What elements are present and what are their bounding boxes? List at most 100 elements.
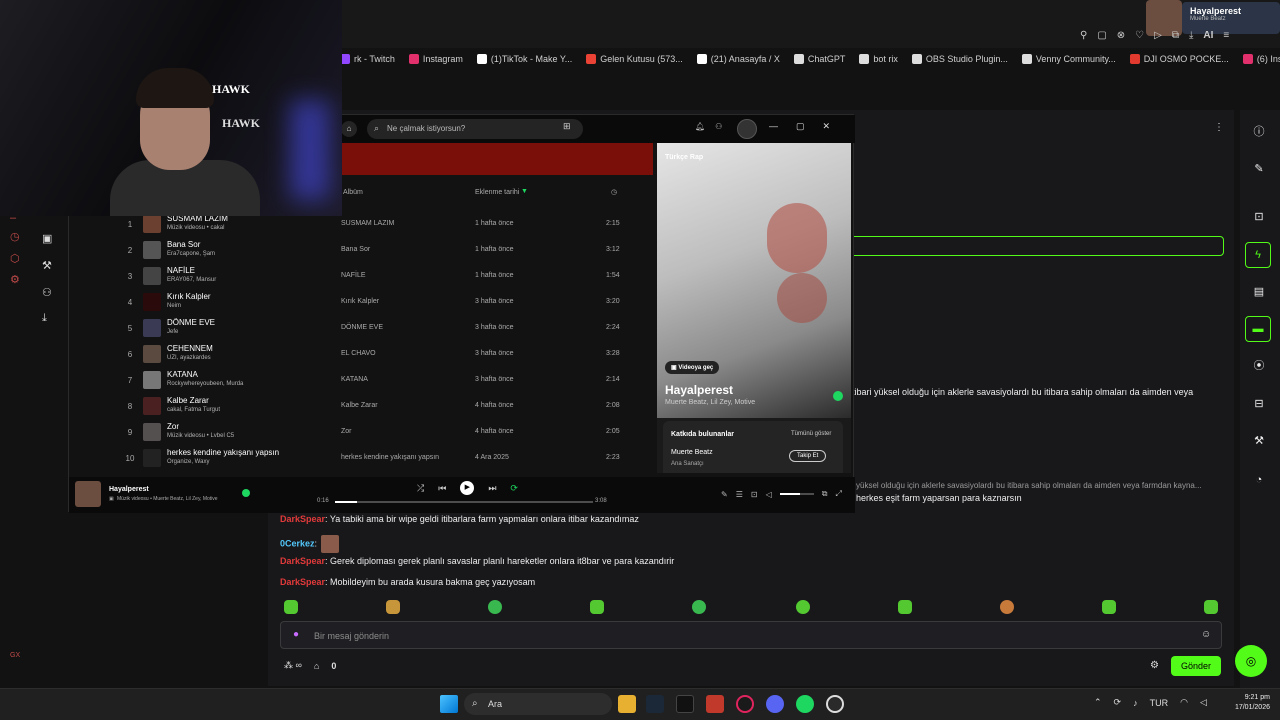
minimize-icon[interactable]: — bbox=[769, 121, 778, 132]
screenshot-icon[interactable]: ▢ bbox=[1097, 30, 1106, 41]
terminal-icon[interactable] bbox=[676, 695, 694, 713]
bookmark-item[interactable]: Instagram bbox=[408, 54, 463, 64]
home-icon[interactable]: ⌂ bbox=[341, 121, 357, 137]
queue-icon[interactable]: ☰ bbox=[736, 490, 743, 499]
next-icon[interactable]: ⏭ bbox=[488, 483, 496, 494]
spotify-search-input[interactable]: ⌕ Ne çalmak istiyorsun? bbox=[367, 119, 583, 139]
track-title[interactable]: herkes kendine yakışanı yapsın bbox=[167, 448, 279, 457]
repeat-icon[interactable]: ⟳ bbox=[510, 483, 518, 494]
timer-icon[interactable]: ◔ bbox=[1250, 471, 1268, 489]
previous-icon[interactable]: ⏮ bbox=[438, 483, 446, 494]
emote-icon[interactable] bbox=[1000, 600, 1014, 614]
track-row[interactable]: 4 Kırık Kalpler Neim Kırık Kalpler 3 hafta ö… bbox=[69, 289, 653, 315]
chat-username[interactable]: DarkSpear bbox=[280, 514, 325, 524]
edit-icon[interactable]: ✎ bbox=[1250, 160, 1268, 178]
support-icon[interactable]: ◎ bbox=[1235, 645, 1267, 677]
col-date-added[interactable]: Eklenme tarihi bbox=[475, 189, 519, 196]
wifi-icon[interactable]: ◠ bbox=[1180, 697, 1188, 708]
emote-icon[interactable] bbox=[898, 600, 912, 614]
track-title[interactable]: DÖNME EVE bbox=[167, 318, 215, 327]
bookmark-item[interactable]: ChatGPT bbox=[793, 54, 845, 64]
credit-name[interactable]: Muerte Beatz bbox=[671, 449, 713, 456]
follow-button[interactable]: Takip Et bbox=[789, 450, 827, 462]
track-artist[interactable]: Müzik videosu • Lvbel C5 bbox=[167, 433, 234, 439]
users-icon[interactable]: ⚇ bbox=[42, 286, 52, 299]
friends-icon[interactable]: ⚇ bbox=[715, 122, 722, 131]
track-album[interactable]: SUSMAM LAZIM bbox=[341, 220, 394, 227]
emote-icon[interactable] bbox=[386, 600, 400, 614]
wrench-icon[interactable]: ⚒ bbox=[1250, 432, 1268, 450]
chat-username[interactable]: DarkSpear bbox=[280, 556, 325, 566]
chevron-up-icon[interactable]: ⌃ bbox=[1094, 697, 1102, 708]
microphone-icon[interactable]: ● bbox=[293, 629, 299, 640]
focus-icon[interactable]: ⊡ bbox=[1250, 208, 1268, 226]
emote-icon[interactable] bbox=[692, 600, 706, 614]
track-album[interactable]: KATANA bbox=[341, 376, 368, 383]
track-title[interactable]: Bana Sor bbox=[167, 240, 200, 249]
language-indicator[interactable]: TUR bbox=[1150, 698, 1169, 708]
track-row[interactable]: 2 Bana Sor Era7capone, Şam Bana Sor 1 hafta … bbox=[69, 237, 653, 263]
broadcast-icon[interactable]: ⦿ bbox=[1250, 357, 1268, 375]
settings-icon[interactable]: ⚙ bbox=[10, 273, 24, 287]
info-icon[interactable]: ⓘ bbox=[1250, 123, 1268, 141]
mini-player-icon[interactable]: ⧉ bbox=[822, 489, 828, 499]
volume-slider[interactable] bbox=[779, 493, 814, 495]
close-icon[interactable]: ✕ bbox=[823, 121, 831, 132]
track-row[interactable]: 5 DÖNME EVE Jefe DÖNME EVE 3 hafta önce 2:24 bbox=[69, 315, 653, 341]
switch-to-video-button[interactable]: ▣ Videoya geç bbox=[665, 361, 720, 374]
notes-icon[interactable]: ▤ bbox=[1250, 283, 1268, 301]
track-title[interactable]: Kalbe Zarar bbox=[167, 396, 209, 405]
track-row[interactable]: 9 Zor Müzik videosu • Lvbel C5 Zor 4 hafta ö… bbox=[69, 419, 653, 445]
track-title[interactable]: CEHENNEM bbox=[167, 344, 213, 353]
track-album[interactable]: DÖNME EVE bbox=[341, 324, 383, 331]
col-album[interactable]: Albüm bbox=[343, 189, 363, 196]
sync-icon[interactable]: ⟳ bbox=[1114, 697, 1122, 708]
store-icon[interactable]: ⌂ bbox=[314, 661, 319, 671]
start-button[interactable] bbox=[440, 695, 458, 713]
track-artist[interactable]: Rockywhereyoubeen, Murda bbox=[167, 381, 243, 387]
layout-icon[interactable]: ⊟ bbox=[1250, 395, 1268, 413]
track-album[interactable]: Bana Sor bbox=[341, 246, 370, 253]
pin-icon[interactable]: ⚲ bbox=[1080, 30, 1087, 41]
play-icon[interactable]: ▷ bbox=[1154, 30, 1162, 41]
track-artist[interactable]: Organize, Waxy bbox=[167, 459, 209, 465]
track-album[interactable]: Kırık Kalpler bbox=[341, 298, 379, 305]
history-icon[interactable]: ◷ bbox=[10, 230, 24, 244]
track-artist[interactable]: Era7capone, Şam bbox=[167, 251, 215, 257]
track-row[interactable]: 3 NAFİLE ERAY067, Mansur NAFİLE 1 hafta önce… bbox=[69, 263, 653, 289]
mic-tray-icon[interactable]: ♪ bbox=[1133, 698, 1138, 708]
track-artist[interactable]: Jefe bbox=[167, 329, 178, 335]
track-album[interactable]: EL CHAVO bbox=[341, 350, 376, 357]
spotify-icon[interactable] bbox=[796, 695, 814, 713]
player-title[interactable]: Hayalperest bbox=[109, 486, 149, 493]
close-tab-icon[interactable]: ⊗ bbox=[1117, 30, 1125, 41]
ai-button[interactable]: AI bbox=[1203, 30, 1213, 41]
track-title[interactable]: Kırık Kalpler bbox=[167, 292, 211, 301]
progress-bar[interactable] bbox=[335, 501, 593, 503]
bell-icon[interactable]: 🔔︎ bbox=[695, 122, 705, 131]
track-artist[interactable]: Müzik videosu • cakal bbox=[167, 225, 224, 231]
play-pause-button[interactable]: ▶ bbox=[460, 481, 475, 495]
chat-username[interactable]: 0Cerkez bbox=[280, 538, 315, 548]
emote-icon[interactable] bbox=[590, 600, 604, 614]
chat-icon[interactable]: ▬ bbox=[1245, 316, 1271, 342]
device-icon[interactable]: ⊡ bbox=[751, 490, 758, 499]
bookmark-item[interactable]: DJI OSMO POCKE... bbox=[1129, 54, 1229, 64]
more-options-icon[interactable]: ⋮ bbox=[1214, 122, 1224, 133]
saved-check-icon[interactable] bbox=[833, 391, 843, 401]
emoji-icon[interactable]: ☺ bbox=[1201, 629, 1211, 640]
emote-icon[interactable] bbox=[1204, 600, 1218, 614]
player-cover[interactable] bbox=[75, 481, 101, 507]
tools-icon[interactable]: ⚒ bbox=[42, 259, 52, 272]
menu-icon[interactable]: ≡ bbox=[1223, 30, 1229, 41]
obs-icon[interactable] bbox=[826, 695, 844, 713]
profile-avatar[interactable] bbox=[737, 119, 757, 139]
fullscreen-icon[interactable]: ⤢ bbox=[835, 489, 841, 499]
bookmark-item[interactable]: (21) Anasayfa / X bbox=[696, 54, 780, 64]
heart-icon[interactable]: ♡ bbox=[1135, 30, 1144, 41]
lyrics-icon[interactable]: ✎ bbox=[721, 490, 728, 499]
track-row[interactable]: 8 Kalbe Zarar cakal, Fatma Turgut Kalbe Zar… bbox=[69, 393, 653, 419]
steam-icon[interactable] bbox=[646, 695, 664, 713]
discord-icon[interactable] bbox=[766, 695, 784, 713]
playlist-label[interactable]: Türkçe Rap bbox=[665, 154, 703, 161]
